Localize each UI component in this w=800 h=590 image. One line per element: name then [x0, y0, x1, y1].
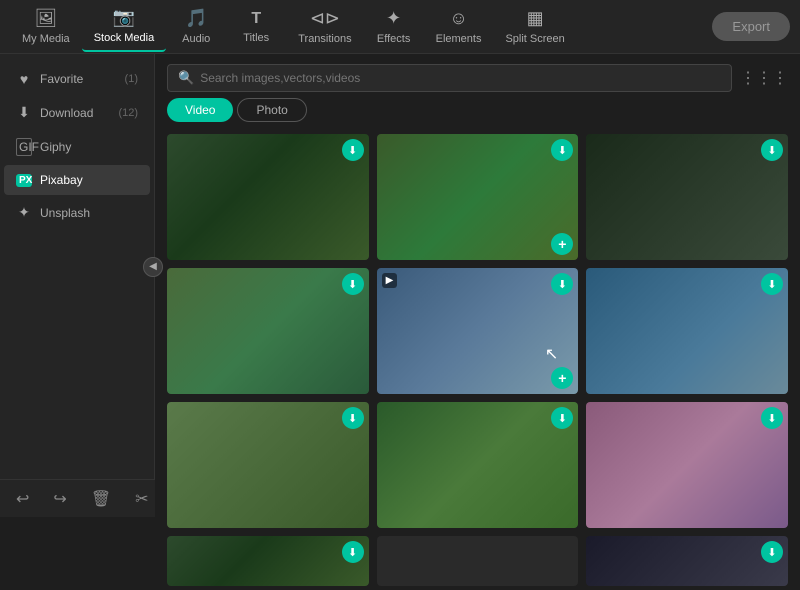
media-grid: ⬇ ⬇ + ⬇ ⬇ ▶ ⬇ — [155, 130, 800, 590]
giphy-icon: GIF — [16, 138, 32, 156]
media-thumb-5[interactable]: ▶ ⬇ + ↖ — [377, 268, 579, 394]
nav-elements-label: Elements — [436, 33, 482, 45]
sidebar-item-unsplash[interactable]: ✦ Unsplash — [4, 196, 150, 229]
search-icon: 🔍 — [178, 70, 194, 86]
nav-audio-label: Audio — [182, 33, 210, 45]
unsplash-icon: ✦ — [16, 204, 32, 221]
effects-icon: ✦ — [386, 8, 401, 29]
download-btn-3[interactable]: ⬇ — [761, 139, 783, 161]
video-indicator-5: ▶ — [382, 273, 398, 288]
media-thumb-12[interactable]: ⬇ — [586, 536, 788, 586]
media-thumb-6[interactable]: ⬇ — [586, 268, 788, 394]
search-bar: 🔍 ⋮⋮⋮ — [155, 54, 800, 98]
download-btn-10[interactable]: ⬇ — [342, 541, 364, 563]
undo-button[interactable]: ↩ — [12, 485, 33, 513]
grid-view-icon[interactable]: ⋮⋮⋮ — [740, 68, 788, 88]
unsplash-label: Unsplash — [40, 206, 138, 220]
sidebar-collapse-button[interactable]: ◀ — [143, 257, 163, 277]
nav-split-screen-label: Split Screen — [505, 33, 564, 45]
pixabay-label: Pixabay — [40, 173, 138, 187]
media-thumb-10[interactable]: ⬇ — [167, 536, 369, 586]
search-input-wrap: 🔍 — [167, 64, 732, 92]
content-tabs: Video Photo — [155, 98, 800, 130]
media-thumb-3[interactable]: ⬇ — [586, 134, 788, 260]
media-thumb-2[interactable]: ⬇ + — [377, 134, 579, 260]
nav-my-media-label: My Media — [22, 33, 70, 45]
titles-icon: T — [251, 10, 261, 28]
favorite-label: Favorite — [40, 72, 117, 86]
search-input[interactable] — [200, 71, 721, 85]
download-btn-1[interactable]: ⬇ — [342, 139, 364, 161]
nav-effects-label: Effects — [377, 33, 410, 45]
sidebar-item-download[interactable]: ⬇ Download (12) — [4, 96, 150, 129]
nav-elements[interactable]: ☺ Elements — [424, 2, 494, 51]
main-layout: ♥ Favorite (1) ⬇ Download (12) GIF Giphy… — [0, 54, 800, 479]
giphy-label: Giphy — [40, 140, 138, 154]
my-media-icon: 🖼 — [34, 8, 57, 29]
tab-photo[interactable]: Photo — [237, 98, 306, 122]
audio-icon: 🎵 — [185, 8, 207, 29]
transitions-icon: ⊲⊳ — [310, 8, 340, 29]
sidebar-item-favorite[interactable]: ♥ Favorite (1) — [4, 63, 150, 95]
download-btn-4[interactable]: ⬇ — [342, 273, 364, 295]
download-label: Download — [40, 106, 110, 120]
nav-titles[interactable]: T Titles — [226, 4, 286, 50]
pixabay-icon: PX — [16, 174, 32, 187]
media-thumb-9[interactable]: ⬇ — [586, 402, 788, 528]
download-btn-6[interactable]: ⬇ — [761, 273, 783, 295]
download-count: (12) — [118, 107, 138, 119]
tab-video[interactable]: Video — [167, 98, 233, 122]
media-thumb-4[interactable]: ⬇ — [167, 268, 369, 394]
stock-media-icon: 📷 — [113, 7, 135, 28]
content-wrapper: ◀ 🔍 ⋮⋮⋮ Video Photo ⬇ — [155, 54, 800, 479]
sidebar: ♥ Favorite (1) ⬇ Download (12) GIF Giphy… — [0, 54, 155, 479]
redo-button[interactable]: ↪ — [49, 485, 70, 513]
sidebar-item-giphy[interactable]: GIF Giphy — [4, 130, 150, 164]
download-btn-9[interactable]: ⬇ — [761, 407, 783, 429]
media-thumb-11[interactable] — [377, 536, 579, 586]
favorite-count: (1) — [125, 73, 138, 85]
nav-stock-media[interactable]: 📷 Stock Media — [82, 1, 167, 52]
media-thumb-8[interactable]: ⬇ — [377, 402, 579, 528]
nav-split-screen[interactable]: ▦ Split Screen — [493, 2, 576, 51]
download-icon: ⬇ — [16, 104, 32, 121]
content-area: 🔍 ⋮⋮⋮ Video Photo ⬇ ⬇ — [155, 54, 800, 590]
export-button[interactable]: Export — [712, 12, 790, 41]
sidebar-item-pixabay[interactable]: PX Pixabay — [4, 165, 150, 195]
top-navigation: 🖼 My Media 📷 Stock Media 🎵 Audio T Title… — [0, 0, 800, 54]
nav-transitions[interactable]: ⊲⊳ Transitions — [286, 2, 363, 51]
media-thumb-7[interactable]: ⬇ — [167, 402, 369, 528]
nav-my-media[interactable]: 🖼 My Media — [10, 2, 82, 51]
nav-effects[interactable]: ✦ Effects — [364, 2, 424, 51]
download-btn-7[interactable]: ⬇ — [342, 407, 364, 429]
elements-icon: ☺ — [449, 8, 467, 29]
favorite-icon: ♥ — [16, 71, 32, 87]
nav-audio[interactable]: 🎵 Audio — [166, 2, 226, 51]
nav-stock-media-label: Stock Media — [94, 32, 155, 44]
nav-titles-label: Titles — [243, 32, 269, 44]
cut-button[interactable]: ✂ — [131, 485, 152, 513]
split-screen-icon: ▦ — [527, 8, 544, 29]
media-thumb-1[interactable]: ⬇ — [167, 134, 369, 260]
download-btn-12[interactable]: ⬇ — [761, 541, 783, 563]
nav-transitions-label: Transitions — [298, 33, 351, 45]
delete-button[interactable]: 🗑 — [87, 485, 115, 513]
